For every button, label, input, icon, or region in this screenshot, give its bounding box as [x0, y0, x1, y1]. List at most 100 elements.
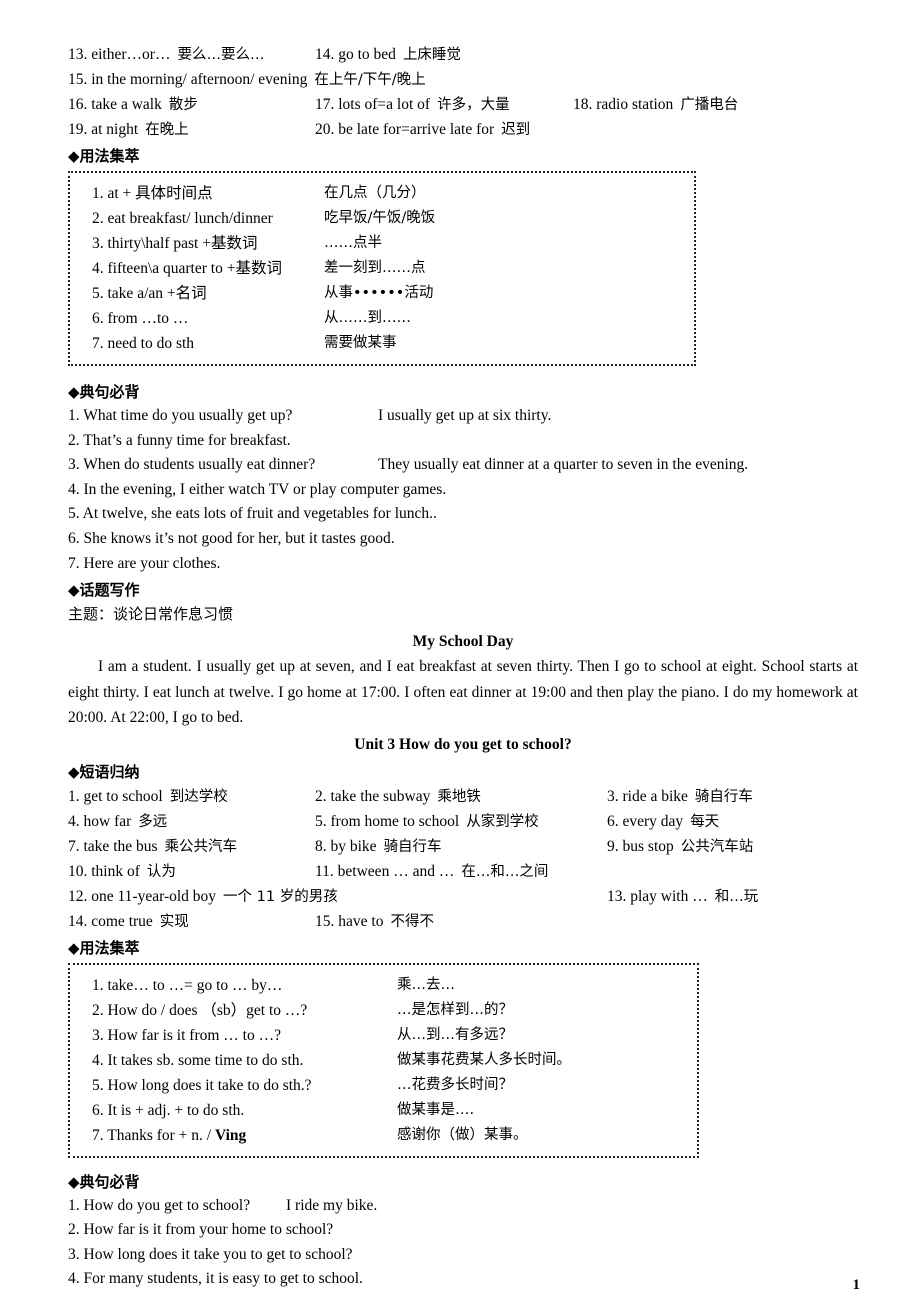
- phrase-english: 9. bus stop: [607, 837, 674, 855]
- unit3-sentence-list: 1. How do you get to school? I ride my bi…: [68, 1194, 858, 1292]
- phrase-chinese: 实现: [159, 913, 189, 930]
- usage-pattern: 2. How do / does （sb）get to …?: [92, 1001, 308, 1019]
- phrase-chinese: 要么…要么…: [177, 47, 265, 63]
- phrase-english: 18. radio station: [573, 96, 674, 113]
- usage-meaning: 从…到…有多远？: [397, 1026, 513, 1043]
- phrase-chinese: 在…和…之间: [461, 863, 549, 880]
- phrase-english: 5. from home to school: [315, 812, 460, 830]
- phrase-english: 13. either…or…: [68, 46, 171, 63]
- usage-pattern: 7. need to do sth: [92, 335, 195, 352]
- usage-row: 4. It takes sb. some time to do sth. 做某事花…: [70, 1048, 697, 1073]
- phrase-chinese: 散步: [168, 97, 198, 113]
- unit2-sentences-heading-text: ◆典句必背: [68, 383, 140, 401]
- writing-subject: 主题：谈论日常作息习惯: [68, 605, 234, 624]
- document-page: 13. either…or… 要么…要么… 14. go to bed 上床睡觉 15.…: [0, 0, 920, 1302]
- phrase-english: 6. every day: [607, 812, 684, 830]
- usage-row: 6. from …to … 从……到……: [70, 306, 694, 331]
- unit2-usage-box: 1. at + 具体时间点 在几点（几分） 2. eat breakfast/ lu…: [68, 171, 696, 366]
- usage-meaning: ……点半: [324, 235, 382, 251]
- phrase-entry: 11. between … and … 在…和…之间: [315, 859, 548, 885]
- phrase-row: 4. how far 多远 5. from home to school 从家到学校 6…: [68, 809, 858, 834]
- phrase-english: 1. get to school: [68, 787, 163, 805]
- phrase-english: 17. lots of=a lot of: [315, 96, 431, 113]
- unit3-sentences-heading-text: ◆典句必背: [68, 1172, 140, 1191]
- unit3-phrase-list: 1. get to school 到达学校 2. take the subway 乘地…: [68, 784, 858, 934]
- phrase-english: 15. in the morning/ afternoon/ evening: [68, 71, 308, 88]
- usage-pattern: 6. It is + adj. + to do sth.: [92, 1101, 245, 1119]
- phrase-chinese: 一个 11 岁的男孩: [223, 888, 338, 905]
- usage-pattern: 5. take a/an +名词: [92, 285, 207, 302]
- usage-row: 2. eat breakfast/ lunch/dinner 吃早饭/午饭/晚饭: [70, 206, 694, 231]
- phrase-entry: 20. be late for=arrive late for 迟到: [315, 117, 530, 143]
- phrase-english: 14. come true: [68, 912, 153, 930]
- phrase-chinese: 广播电台: [680, 97, 739, 113]
- phrase-chinese: 许多，大量: [437, 97, 510, 113]
- usage-meaning: 乘…去…: [397, 976, 455, 993]
- unit2-usage-heading-text: ◆用法集萃: [68, 147, 140, 165]
- phrase-chinese: 认为: [146, 863, 176, 880]
- usage-row: 5. How long does it take to do sth.? …花费多…: [70, 1073, 697, 1098]
- sentence-question: 6. She knows it’s not good for her, but …: [68, 529, 395, 547]
- phrase-chinese: 上床睡觉: [402, 47, 461, 63]
- sentence-answer: They usually eat dinner at a quarter to …: [378, 456, 749, 474]
- sentence-question: 3. When do students usually eat dinner?: [68, 456, 316, 474]
- phrase-english: 19. at night: [68, 121, 139, 138]
- usage-pattern: 3. How far is it from … to …?: [92, 1026, 281, 1044]
- sentence-answer: I usually get up at six thirty.: [378, 407, 552, 424]
- unit3-usage-box: 1. take… to …= go to … by… 乘…去… 2. How do …: [68, 962, 699, 1158]
- usage-row: 3. How far is it from … to …? 从…到…有多远？: [70, 1023, 697, 1048]
- usage-pattern: 6. from …to …: [92, 310, 189, 327]
- unit3-title: Unit 3 How do you get to school?: [354, 735, 572, 753]
- phrase-entry: 7. take the bus 乘公共汽车: [68, 834, 237, 860]
- phrase-entry: 16. take a walk 散步: [68, 92, 198, 118]
- sentence-question: 2. That’s a funny time for breakfast.: [68, 431, 291, 449]
- phrase-entry: 13. either…or… 要么…要么…: [68, 42, 264, 68]
- phrase-chinese: 不得不: [390, 913, 434, 930]
- usage-pattern: 1. take… to …= go to … by…: [92, 976, 283, 994]
- phrase-chinese: 骑自行车: [383, 838, 442, 855]
- phrase-chinese: 到达学校: [169, 788, 228, 805]
- phrase-row: 1. get to school 到达学校 2. take the subway 乘地…: [68, 784, 858, 809]
- phrase-english: 15. have to: [315, 912, 384, 930]
- sentence-question: 1. How do you get to school?: [68, 1196, 251, 1214]
- sentence-row: 1. How do you get to school? I ride my bi…: [68, 1194, 858, 1219]
- phrase-chinese: 和…玩: [714, 888, 759, 905]
- usage-row: 3. thirty\half past +基数词 ……点半: [70, 231, 694, 256]
- phrase-entry: 15. in the morning/ afternoon/ evening 在上…: [68, 67, 426, 93]
- phrase-chinese: 在晚上: [145, 122, 189, 138]
- phrase-entry: 8. by bike 骑自行车: [315, 834, 442, 860]
- phrase-chinese: 乘公共汽车: [164, 838, 238, 855]
- usage-meaning: 从事••••••活动: [324, 285, 434, 301]
- usage-row: 5. take a/an +名词 从事••••••活动: [70, 281, 694, 306]
- sentence-row: 2. That’s a funny time for breakfast.: [68, 429, 858, 454]
- usage-pattern: 1. at + 具体时间点: [92, 185, 213, 202]
- usage-meaning: 做某事是….: [397, 1101, 475, 1118]
- phrase-chinese: 从家到学校: [466, 813, 539, 830]
- sentence-question: 4. For many students, it is easy to get …: [68, 1270, 363, 1288]
- sentence-row: 1. What time do you usually get up? I usu…: [68, 404, 858, 429]
- unit3-phrases-heading-text: ◆短语归纳: [68, 762, 140, 781]
- usage-meaning: 吃早饭/午饭/晚饭: [324, 210, 436, 226]
- phrase-entry: 14. come true 实现: [68, 909, 189, 935]
- sentence-row: 2. How far is it from your home to schoo…: [68, 1218, 858, 1243]
- unit3-usage-heading-text: ◆用法集萃: [68, 938, 140, 957]
- sentence-question: 7. Here are your clothes.: [68, 554, 221, 572]
- phrase-english: 14. go to bed: [315, 46, 396, 63]
- phrase-entry: 12. one 11-year-old boy 一个 11 岁的男孩: [68, 884, 338, 910]
- sentence-question: 1. What time do you usually get up?: [68, 407, 293, 424]
- phrase-chinese: 乘地铁: [437, 788, 481, 805]
- usage-meaning: 从……到……: [324, 310, 411, 326]
- page-content: 13. either…or… 要么…要么… 14. go to bed 上床睡觉 15.…: [68, 42, 858, 1292]
- sentence-question: 2. How far is it from your home to schoo…: [68, 1221, 334, 1239]
- phrase-entry: 2. take the subway 乘地铁: [315, 784, 481, 810]
- sentence-row: 4. For many students, it is easy to get …: [68, 1267, 858, 1292]
- usage-row: 7. Thanks for + n. / Ving 感谢你（做）某事。: [70, 1123, 697, 1148]
- phrase-chinese: 多远: [138, 813, 168, 830]
- unit2-writing-heading: ◆话题写作: [68, 578, 858, 602]
- phrase-row: 13. either…or… 要么…要么… 14. go to bed 上床睡觉: [68, 42, 858, 67]
- phrase-entry: 5. from home to school 从家到学校: [315, 809, 539, 835]
- usage-meaning: …是怎样到…的？: [397, 1001, 513, 1018]
- phrase-english: 12. one 11-year-old boy: [68, 887, 217, 905]
- usage-pattern: 7. Thanks for + n. / Ving: [92, 1126, 247, 1144]
- sentence-question: 4. In the evening, I either watch TV or …: [68, 480, 447, 498]
